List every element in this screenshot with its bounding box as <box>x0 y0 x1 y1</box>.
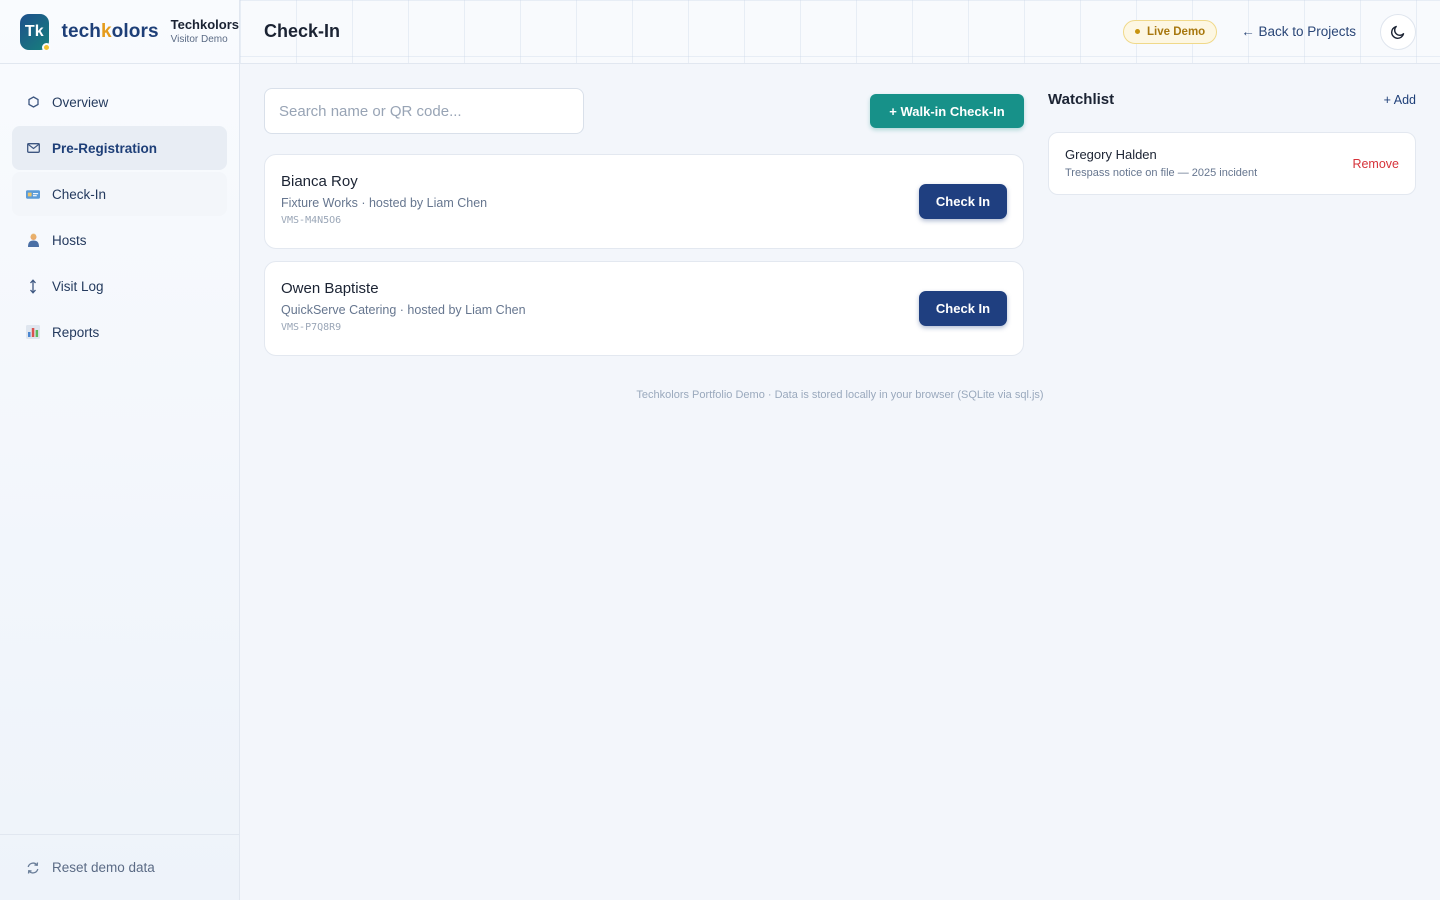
envelope-icon <box>26 141 40 155</box>
logo-wordmark: techkolors <box>62 21 159 43</box>
sidebar-item-hosts[interactable]: Hosts <box>12 218 227 262</box>
brand-text: Techkolors Visitor Demo <box>170 16 239 46</box>
brand-subtitle: Visitor Demo <box>170 34 228 46</box>
watchlist-title: Watchlist <box>1048 91 1115 108</box>
person-icon <box>26 233 40 247</box>
visitor-name: Owen Baptiste <box>281 280 379 297</box>
sidebar-item-overview[interactable]: Overview <box>12 80 227 124</box>
logo-badge: Tk <box>20 13 51 52</box>
footer-note: Techkolors Portfolio Demo · Data is stor… <box>636 389 1044 401</box>
bar-chart-icon <box>26 325 40 339</box>
sidebar-nav: Overview Pre-Registration Check-In Hosts… <box>0 64 239 372</box>
theme-toggle-button[interactable] <box>1380 13 1416 50</box>
sidebar-item-label: Pre-Registration <box>52 140 158 156</box>
sidebar-item-visit-log[interactable]: Visit Log <box>12 264 227 308</box>
logo-word-accent: k <box>100 20 112 42</box>
watchlist-name: Gregory Halden <box>1065 147 1157 162</box>
logo-status-dot <box>41 42 51 52</box>
live-dot-icon <box>1135 29 1141 34</box>
visitor-card: Owen Baptiste QuickServe Catering · host… <box>264 261 1024 356</box>
walk-in-check-in-button[interactable]: + Walk-in Check-In <box>870 94 1024 128</box>
check-in-button[interactable]: Check In <box>919 184 1007 219</box>
check-in-button[interactable]: Check In <box>919 291 1007 326</box>
sidebar-item-label: Visit Log <box>52 278 104 294</box>
visitor-meta: Fixture Works · hosted by Liam Chen <box>281 196 488 210</box>
updown-arrow-icon <box>26 278 40 294</box>
id-card-icon <box>26 187 40 201</box>
top-header: Check-In Live Demo ← Back to Projects <box>240 0 1440 64</box>
hexagon-icon <box>26 95 40 109</box>
live-demo-label: Live Demo <box>1147 25 1206 38</box>
watchlist-item: Gregory Halden Trespass notice on file —… <box>1048 132 1416 195</box>
logo-badge-text: Tk <box>24 22 44 40</box>
sidebar-item-label: Overview <box>52 94 109 110</box>
watchlist-note: Trespass notice on file — 2025 incident <box>1065 167 1258 179</box>
logo-word-part: tech <box>61 20 101 42</box>
sidebar: Tk techkolors Techkolors Visitor Demo Ov… <box>0 0 240 900</box>
visitor-card: Bianca Roy Fixture Works · hosted by Lia… <box>264 154 1024 249</box>
watchlist-add-button[interactable]: + Add <box>1384 93 1416 107</box>
visitor-name: Bianca Roy <box>281 173 358 190</box>
reset-demo-label: Reset demo data <box>52 860 155 875</box>
back-to-projects-link[interactable]: ← Back to Projects <box>1241 24 1356 39</box>
visitor-code: VMS-M4N5O6 <box>281 215 342 226</box>
sidebar-item-label: Check-In <box>52 186 107 202</box>
brand[interactable]: Tk techkolors Techkolors Visitor Demo <box>0 0 239 64</box>
brand-name: Techkolors <box>170 16 239 32</box>
sidebar-item-check-in[interactable]: Check-In <box>12 172 227 216</box>
page-title: Check-In <box>264 21 341 41</box>
visitor-code: VMS-P7Q8R9 <box>281 322 342 333</box>
sidebar-item-label: Reports <box>52 324 100 340</box>
live-demo-badge: Live Demo <box>1123 19 1218 44</box>
reset-demo-button[interactable]: Reset demo data <box>0 834 239 900</box>
moon-icon <box>1390 25 1405 39</box>
sidebar-item-pre-registration[interactable]: Pre-Registration <box>12 126 227 170</box>
refresh-icon <box>26 861 40 875</box>
sidebar-item-label: Hosts <box>52 232 87 248</box>
logo-word-part: olors <box>111 20 159 42</box>
header-actions: Live Demo ← Back to Projects <box>1123 13 1416 50</box>
visitor-meta: QuickServe Catering · hosted by Liam Che… <box>281 303 526 317</box>
search-input[interactable] <box>264 88 584 134</box>
sidebar-item-reports[interactable]: Reports <box>12 310 227 354</box>
watchlist-remove-button[interactable]: Remove <box>1352 157 1399 171</box>
